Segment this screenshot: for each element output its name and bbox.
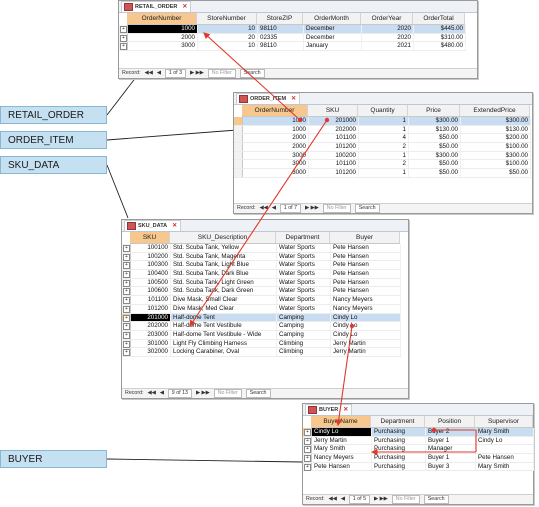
fk-origin-dot <box>297 117 303 123</box>
fk-origin-dot <box>324 117 330 123</box>
relationship-arrows <box>189 32 477 456</box>
diagram-canvas: RETAIL_ORDER ORDER_ITEM SKU_DATA BUYER R… <box>0 0 539 507</box>
fk-origin-dot <box>349 323 355 329</box>
fk-arrow-ordernumber <box>203 32 301 121</box>
fk-origin-dot <box>431 427 437 433</box>
fk-arrow-buyer <box>335 325 353 427</box>
fk-arrow-sku <box>189 119 328 327</box>
